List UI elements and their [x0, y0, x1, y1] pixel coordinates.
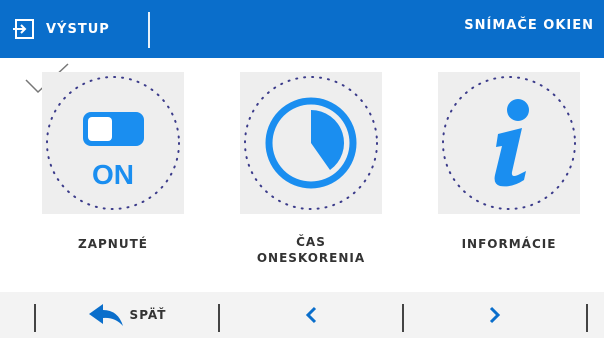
back-label: SPÄŤ	[129, 308, 167, 322]
screen-title: SNÍMAČE OKIEN	[464, 18, 594, 33]
tile-on-label: ZAPNUTÉ	[78, 237, 148, 251]
header-divider	[148, 12, 150, 48]
tile-information-label: INFORMÁCIE	[461, 237, 557, 251]
tile-delay-time-label-line2: ONESKORENIA	[256, 251, 366, 265]
tile-delay-time[interactable]	[240, 72, 382, 214]
tile-delay-time-label-line1: ČAS	[296, 235, 326, 249]
tile-delay-time-label: ČAS ONESKORENIA	[231, 234, 391, 266]
exit-label: VÝSTUP	[46, 21, 110, 37]
exit-button[interactable]: VÝSTUP	[12, 10, 142, 48]
chevron-right-icon	[489, 306, 501, 324]
back-button[interactable]: SPÄŤ	[36, 292, 218, 338]
previous-button[interactable]	[220, 292, 402, 338]
next-button[interactable]	[404, 292, 586, 338]
clock-icon	[244, 76, 378, 210]
exit-icon	[13, 19, 34, 39]
toggle-on-text: ON	[92, 159, 134, 190]
back-arrow-icon	[88, 304, 123, 326]
toggle-on-icon: ON	[46, 76, 180, 210]
footer-divider	[586, 304, 588, 332]
top-bar: VÝSTUP SNÍMAČE OKIEN	[0, 0, 604, 58]
tile-information[interactable]	[438, 72, 580, 214]
bottom-bar: SPÄŤ	[0, 292, 604, 338]
tile-on[interactable]: ON	[42, 72, 184, 214]
chevron-left-icon	[305, 306, 317, 324]
info-icon	[442, 76, 576, 210]
